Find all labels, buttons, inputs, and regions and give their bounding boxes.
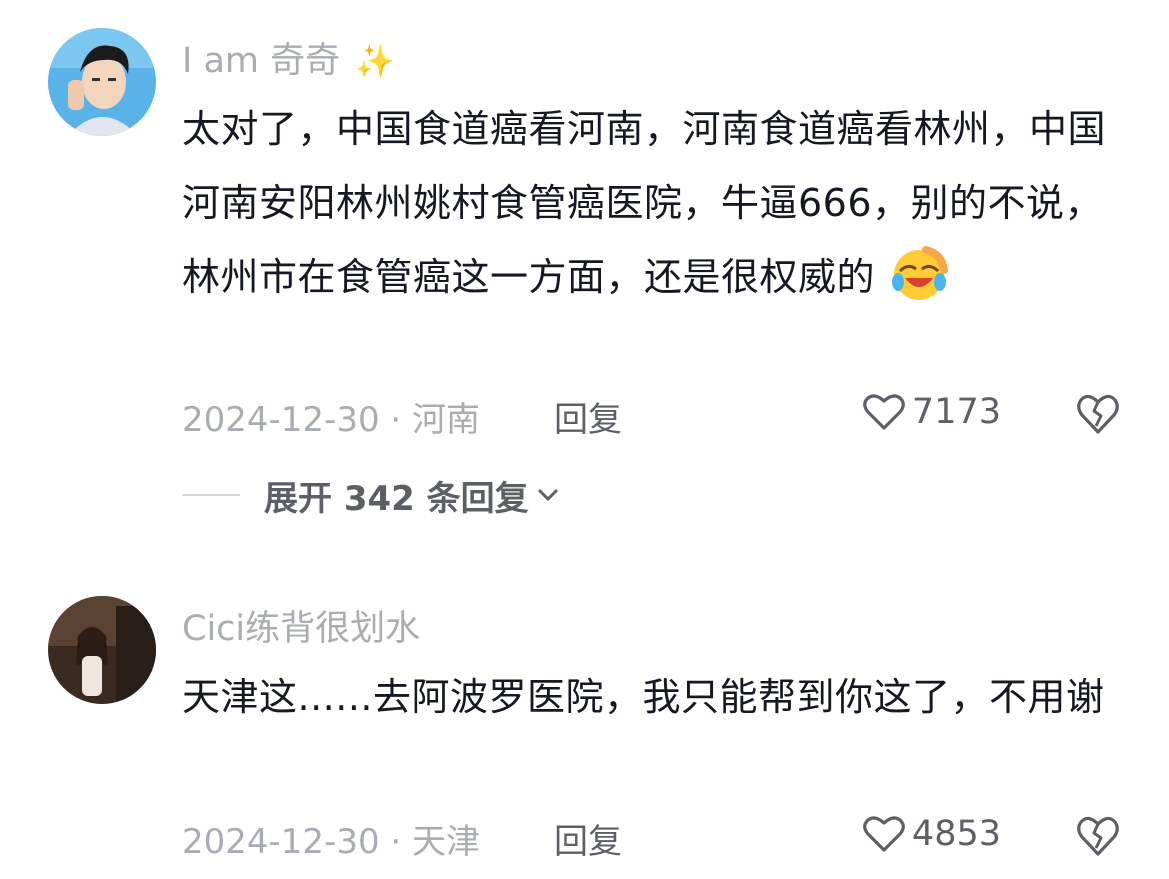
dislike-button[interactable] bbox=[1075, 814, 1121, 858]
like-count: 7173 bbox=[911, 392, 1001, 432]
date-location: 2024-12-30 · 河南 bbox=[182, 400, 481, 440]
heart-icon bbox=[863, 816, 905, 852]
comment-text: 天津这......去阿波罗医院，我只能帮到你这了，不用谢 bbox=[182, 675, 1105, 719]
divider bbox=[182, 494, 240, 496]
expand-replies[interactable]: 展开 342 条回复 bbox=[182, 470, 559, 520]
avatar-image bbox=[48, 28, 156, 136]
heart-icon bbox=[863, 394, 905, 430]
like-button[interactable]: 7173 bbox=[862, 392, 1001, 432]
laughing-crying-face-icon bbox=[890, 244, 948, 302]
username[interactable]: I am 奇奇 ✨ bbox=[182, 32, 395, 83]
comment-meta: 2024-12-30 · 河南 回复 7173 bbox=[182, 392, 1121, 442]
username-text: I am 奇奇 bbox=[182, 41, 341, 81]
reply-button[interactable]: 回复 bbox=[554, 814, 622, 863]
expand-replies-label: 展开 342 条回复 bbox=[264, 478, 529, 519]
comment-text-content: 太对了，中国食道癌看河南，河南食道癌看林州，中国河南安阳林州姚村食管癌医院，牛逼… bbox=[182, 107, 1107, 299]
like-button[interactable]: 4853 bbox=[862, 814, 1001, 854]
date-location: 2024-12-30 · 天津 bbox=[182, 822, 481, 862]
comment-2: Cici练背很划水 天津这......去阿波罗医院，我只能帮到你这了，不用谢 2… bbox=[0, 560, 1169, 879]
dislike-button[interactable] bbox=[1075, 392, 1121, 436]
chevron-down-icon bbox=[538, 489, 558, 502]
like-count: 4853 bbox=[911, 814, 1001, 854]
comment-meta: 2024-12-30 · 天津 回复 4853 bbox=[182, 814, 1121, 864]
sparkle-icon: ✨ bbox=[355, 42, 396, 80]
comment-1: I am 奇奇 ✨ 太对了，中国食道癌看河南，河南食道癌看林州，中国河南安阳林州… bbox=[0, 0, 1169, 560]
avatar[interactable] bbox=[48, 28, 156, 136]
reply-button[interactable]: 回复 bbox=[554, 392, 622, 441]
username[interactable]: Cici练背很划水 bbox=[182, 600, 420, 651]
avatar-image bbox=[48, 596, 156, 704]
avatar[interactable] bbox=[48, 596, 156, 704]
comment-text: 太对了，中国食道癌看河南，河南食道癌看林州，中国河南安阳林州姚村食管癌医院，牛逼… bbox=[182, 92, 1112, 314]
broken-heart-icon bbox=[1077, 394, 1119, 434]
broken-heart-icon bbox=[1077, 816, 1119, 856]
